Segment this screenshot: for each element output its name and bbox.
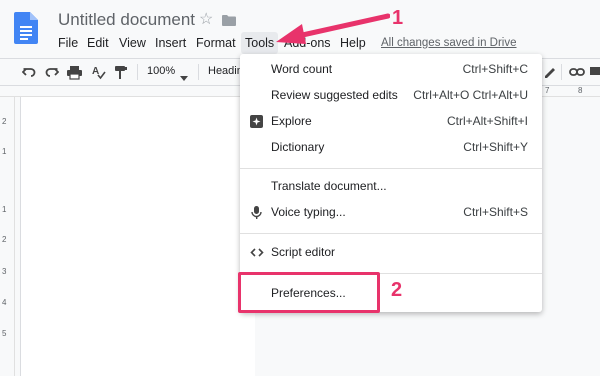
paragraph-style-select[interactable]: Headin xyxy=(208,65,243,77)
ruler-number: 8 xyxy=(578,86,583,95)
menu-item-shortcut: Ctrl+Shift+S xyxy=(463,205,528,219)
save-status-link[interactable]: All changes saved in Drive xyxy=(381,32,517,54)
menu-divider xyxy=(240,168,542,169)
step-number-2: 2 xyxy=(391,279,403,301)
zoom-select[interactable]: 100% xyxy=(147,65,175,77)
microphone-icon xyxy=(250,206,264,220)
menu-item-label: Word count xyxy=(271,62,333,76)
menu-item-script-editor[interactable]: Script editor xyxy=(240,240,542,266)
menu-format[interactable]: Format xyxy=(196,32,236,54)
menu-item-dictionary[interactable]: Dictionary Ctrl+Shift+Y xyxy=(240,135,542,161)
ruler-number: 3 xyxy=(2,267,7,276)
ruler-number: 1 xyxy=(2,147,7,156)
comment-icon[interactable] xyxy=(590,64,600,80)
menu-item-label: Translate document... xyxy=(271,179,387,193)
menu-file[interactable]: File xyxy=(58,32,78,54)
vertical-ruler[interactable]: 2 1 1 2 3 4 5 xyxy=(0,97,15,376)
menu-view[interactable]: View xyxy=(119,32,146,54)
paint-format-icon[interactable] xyxy=(115,64,127,80)
redo-icon[interactable] xyxy=(45,64,59,80)
ruler-number: 5 xyxy=(2,329,7,338)
code-icon xyxy=(250,246,264,260)
star-icon[interactable]: ☆ xyxy=(199,10,213,30)
document-title[interactable]: Untitled document xyxy=(58,10,195,30)
menu-insert[interactable]: Insert xyxy=(155,32,186,54)
ruler-number: 2 xyxy=(2,235,7,244)
ruler-number: 7 xyxy=(545,86,550,95)
menu-item-label: Dictionary xyxy=(271,140,325,154)
menu-item-shortcut: Ctrl+Alt+Shift+I xyxy=(446,114,528,128)
print-icon[interactable] xyxy=(67,64,82,80)
menu-divider xyxy=(240,233,542,234)
pointer-arrow-icon xyxy=(276,10,391,55)
ruler-number: 1 xyxy=(2,205,7,214)
menu-item-label: Script editor xyxy=(271,245,336,259)
menu-item-shortcut: Ctrl+Shift+Y xyxy=(463,140,528,154)
menu-item-shortcut: Ctrl+Shift+C xyxy=(462,62,528,76)
zoom-dropdown-caret-icon[interactable] xyxy=(180,68,188,86)
preferences-highlight-box xyxy=(238,272,380,313)
menu-item-label: Voice typing... xyxy=(271,205,346,219)
menu-item-voice-typing[interactable]: Voice typing... Ctrl+Shift+S xyxy=(240,200,542,226)
menu-item-explore[interactable]: Explore Ctrl+Alt+Shift+I xyxy=(240,109,542,135)
ruler-number: 4 xyxy=(2,298,7,307)
ruler-number: 2 xyxy=(2,117,7,126)
menu-item-label: Review suggested edits xyxy=(271,88,398,102)
menu-item-shortcut: Ctrl+Alt+O Ctrl+Alt+U xyxy=(413,88,528,102)
pencil-icon[interactable] xyxy=(544,64,556,80)
menu-item-label: Explore xyxy=(271,114,312,128)
folder-icon[interactable] xyxy=(222,13,236,26)
explore-icon xyxy=(250,115,264,129)
menu-tools[interactable]: Tools xyxy=(241,32,279,54)
undo-icon[interactable] xyxy=(22,64,36,80)
step-number-1: 1 xyxy=(392,7,404,29)
link-icon[interactable] xyxy=(569,64,585,80)
menu-item-word-count[interactable]: Word count Ctrl+Shift+C xyxy=(240,57,542,83)
spellcheck-icon[interactable]: A xyxy=(92,64,106,80)
menu-edit[interactable]: Edit xyxy=(87,32,109,54)
menu-item-review-suggested-edits[interactable]: Review suggested edits Ctrl+Alt+O Ctrl+A… xyxy=(240,83,542,109)
menu-item-translate-document[interactable]: Translate document... xyxy=(240,174,542,200)
